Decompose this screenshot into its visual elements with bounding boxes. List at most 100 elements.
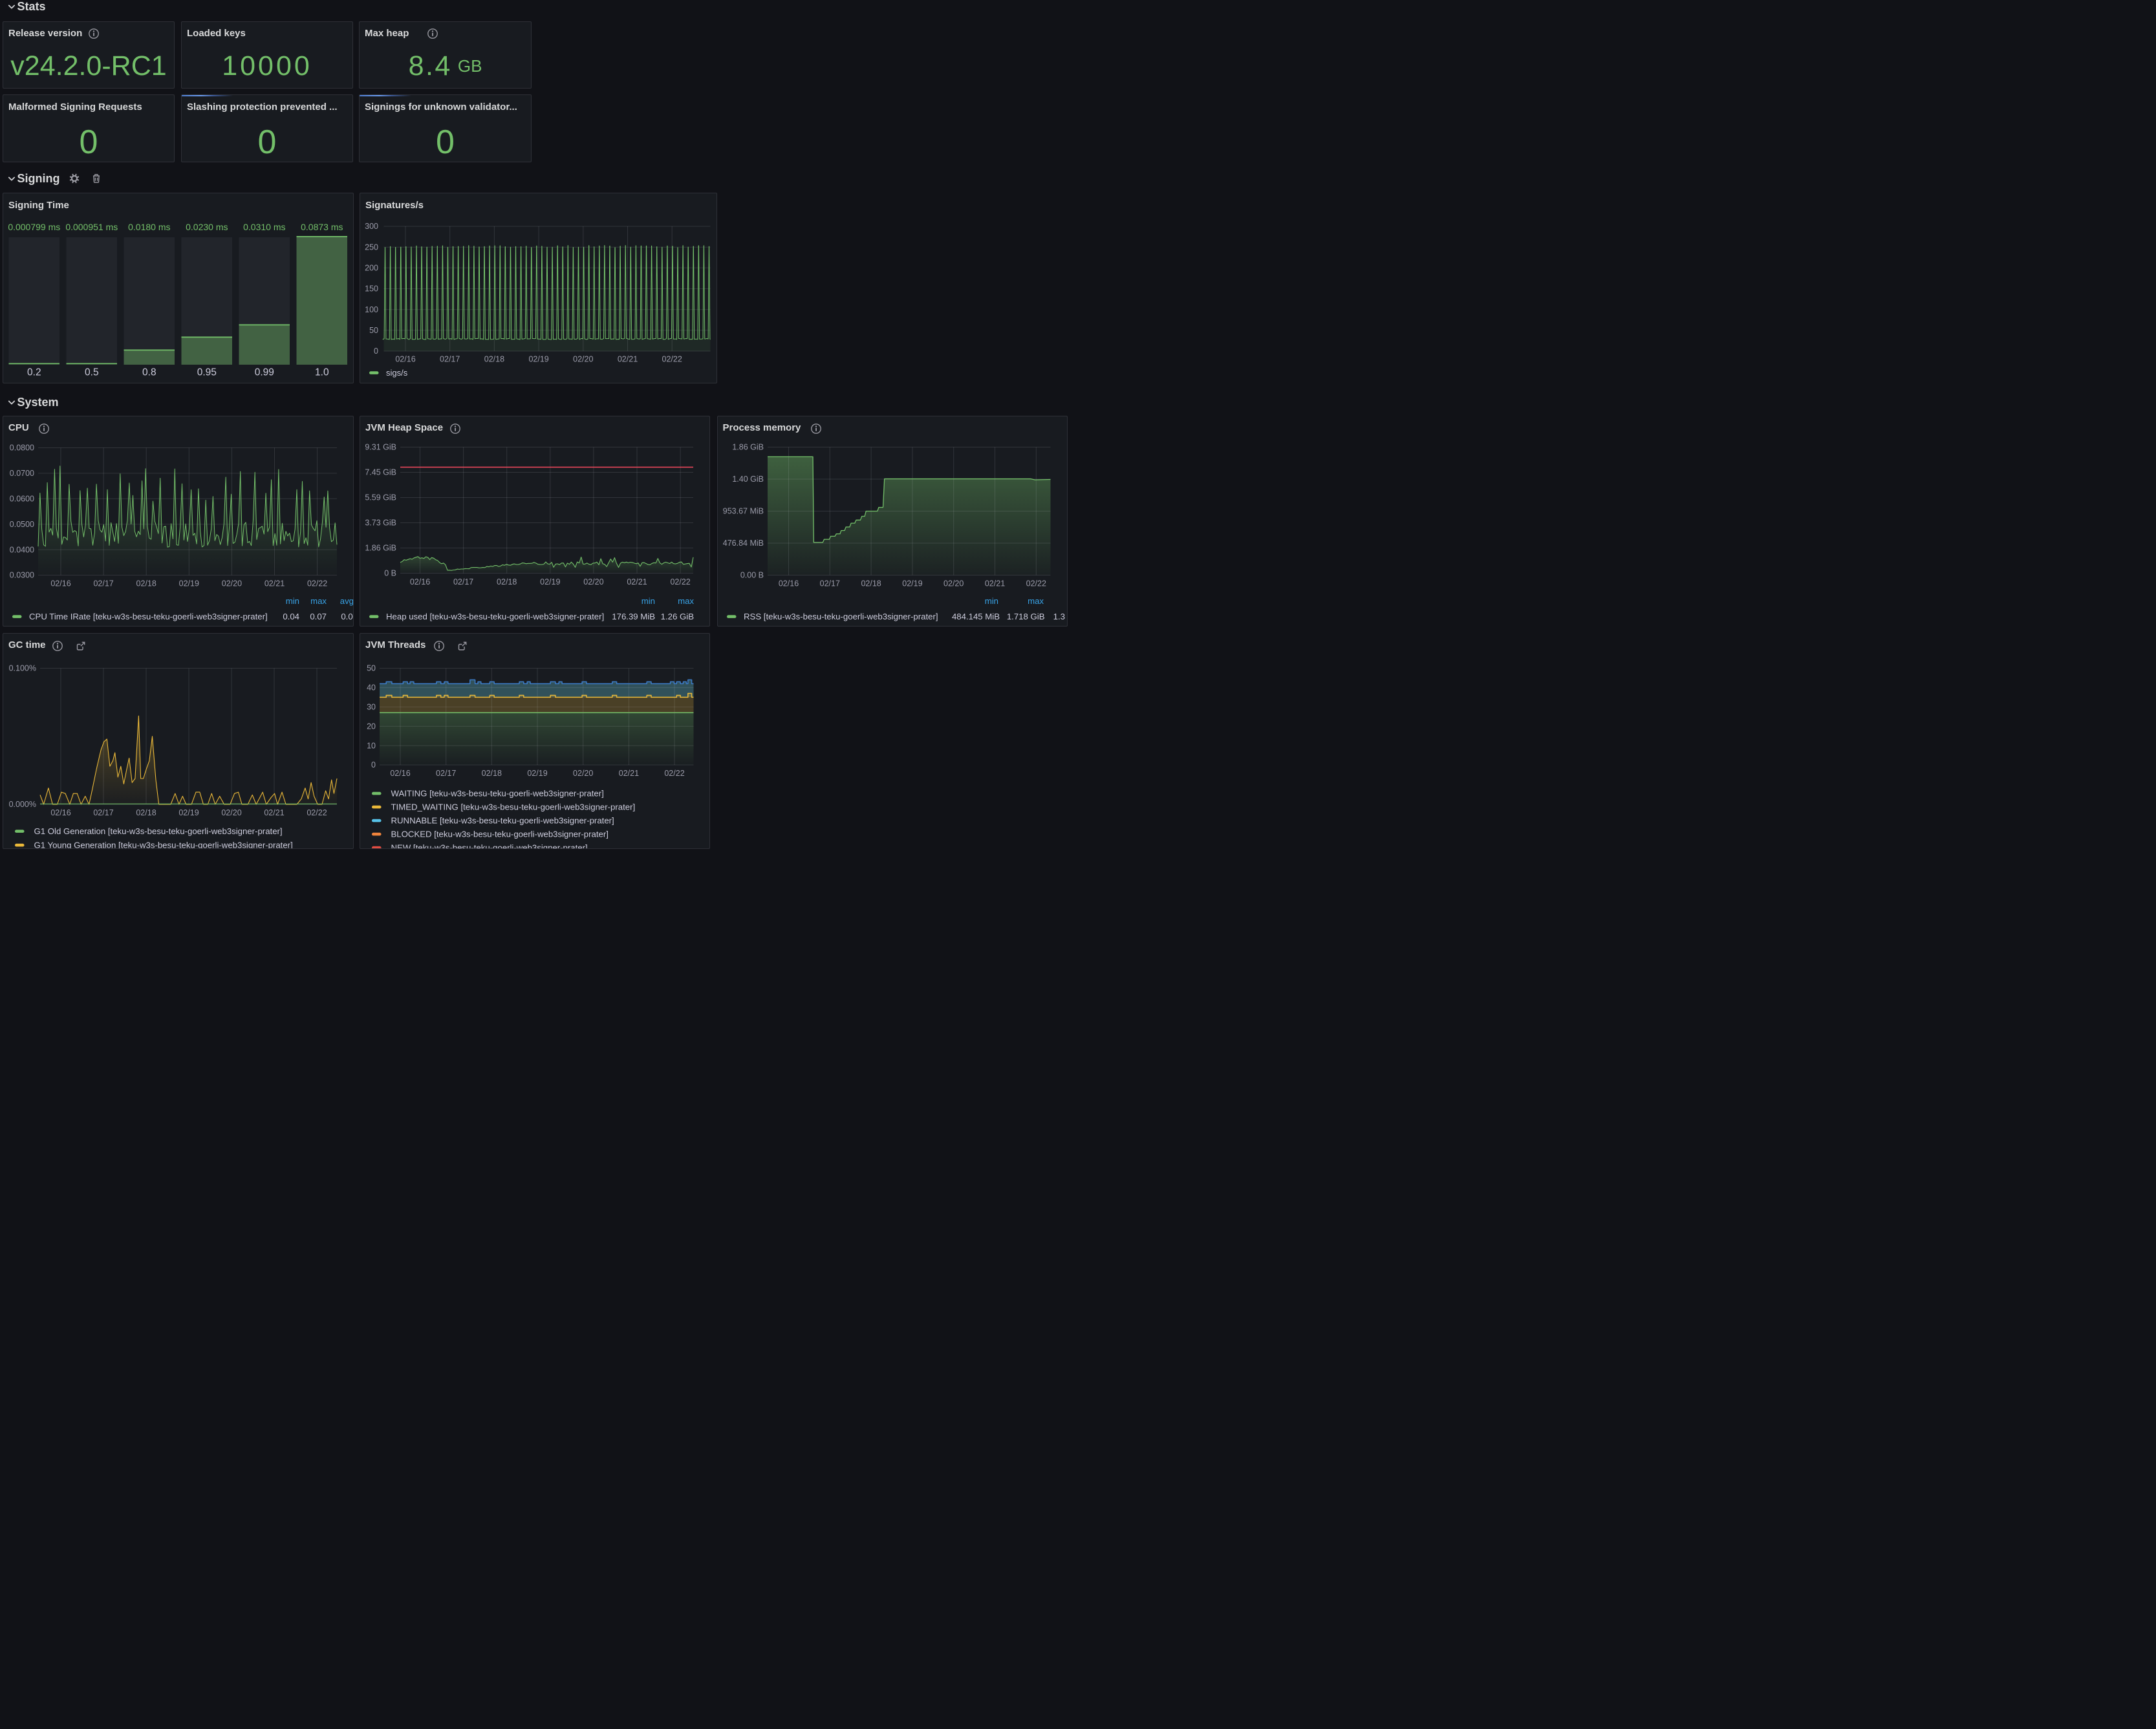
svg-text:9.31 GiB: 9.31 GiB xyxy=(365,442,396,451)
svg-text:02/19: 02/19 xyxy=(527,769,547,778)
svg-text:0.100%: 0.100% xyxy=(9,663,36,672)
svg-text:Heap used [teku-w3s-besu-teku-: Heap used [teku-w3s-besu-teku-goerli-web… xyxy=(386,611,604,621)
svg-text:300: 300 xyxy=(365,222,378,231)
svg-text:02/16: 02/16 xyxy=(410,577,430,586)
svg-text:50: 50 xyxy=(369,326,378,335)
svg-text:0.0400: 0.0400 xyxy=(10,545,34,554)
svg-text:476.84 MiB: 476.84 MiB xyxy=(722,539,763,548)
svg-text:02/16: 02/16 xyxy=(390,769,410,778)
svg-text:02/18: 02/18 xyxy=(497,577,517,586)
svg-text:953.67 MiB: 953.67 MiB xyxy=(722,506,763,515)
svg-text:0.0873 ms: 0.0873 ms xyxy=(301,222,343,232)
svg-text:0.00 B: 0.00 B xyxy=(740,570,763,579)
svg-text:0.95: 0.95 xyxy=(197,367,217,378)
svg-text:NEW [teku-w3s-besu-teku-goerli: NEW [teku-w3s-besu-teku-goerli-web3signe… xyxy=(391,843,588,849)
svg-text:02/18: 02/18 xyxy=(484,355,504,364)
svg-text:min: min xyxy=(984,596,998,605)
svg-text:02/22: 02/22 xyxy=(664,769,684,778)
svg-text:0.07: 0.07 xyxy=(310,611,327,621)
svg-text:02/19: 02/19 xyxy=(902,579,922,588)
svg-text:02/22: 02/22 xyxy=(662,355,682,364)
svg-text:02/22: 02/22 xyxy=(307,808,327,817)
svg-text:7.45 GiB: 7.45 GiB xyxy=(365,467,396,477)
svg-text:0.0230 ms: 0.0230 ms xyxy=(186,222,228,232)
svg-text:02/20: 02/20 xyxy=(573,355,593,364)
svg-text:02/21: 02/21 xyxy=(627,577,647,586)
svg-text:02/17: 02/17 xyxy=(453,577,473,586)
svg-text:0.99: 0.99 xyxy=(255,367,274,378)
svg-text:0.0700: 0.0700 xyxy=(10,469,34,478)
svg-text:02/17: 02/17 xyxy=(93,808,113,817)
svg-text:1.40 GiB: 1.40 GiB xyxy=(732,475,764,484)
svg-text:0.5: 0.5 xyxy=(85,367,99,378)
svg-text:250: 250 xyxy=(365,242,378,252)
svg-text:02/16: 02/16 xyxy=(50,579,70,588)
svg-text:200: 200 xyxy=(365,264,378,273)
svg-text:02/16: 02/16 xyxy=(50,808,70,817)
svg-text:0.04: 0.04 xyxy=(283,611,299,621)
svg-text:G1 Young Generation [teku-w3s-: G1 Young Generation [teku-w3s-besu-teku-… xyxy=(34,840,293,849)
svg-text:0: 0 xyxy=(371,760,376,769)
svg-text:02/19: 02/19 xyxy=(179,579,199,588)
svg-text:BLOCKED [teku-w3s-besu-teku-go: BLOCKED [teku-w3s-besu-teku-goerli-web3s… xyxy=(391,829,609,839)
svg-text:30: 30 xyxy=(367,702,376,711)
svg-text:10: 10 xyxy=(367,741,376,750)
svg-text:02/17: 02/17 xyxy=(440,355,460,364)
svg-text:sigs/s: sigs/s xyxy=(386,368,408,378)
svg-text:02/20: 02/20 xyxy=(943,579,964,588)
svg-text:176.39 MiB: 176.39 MiB xyxy=(612,611,655,621)
svg-text:0.8: 0.8 xyxy=(142,367,156,378)
svg-text:02/21: 02/21 xyxy=(984,579,1004,588)
svg-text:0: 0 xyxy=(374,347,378,356)
svg-text:0.0310 ms: 0.0310 ms xyxy=(243,222,285,232)
svg-text:02/20: 02/20 xyxy=(221,808,241,817)
svg-text:02/16: 02/16 xyxy=(395,355,415,364)
svg-text:02/19: 02/19 xyxy=(540,577,560,586)
svg-text:02/18: 02/18 xyxy=(482,769,502,778)
svg-text:3.73 GiB: 3.73 GiB xyxy=(365,518,396,527)
svg-text:02/17: 02/17 xyxy=(436,769,456,778)
svg-text:02/20: 02/20 xyxy=(583,577,603,586)
svg-text:1.0: 1.0 xyxy=(315,367,329,378)
svg-text:0.0800: 0.0800 xyxy=(10,443,34,452)
svg-text:02/21: 02/21 xyxy=(618,355,638,364)
svg-text:max: max xyxy=(1028,596,1044,605)
svg-text:1.86 GiB: 1.86 GiB xyxy=(732,442,764,451)
svg-text:02/18: 02/18 xyxy=(136,808,156,817)
svg-text:0.000%: 0.000% xyxy=(9,800,36,809)
svg-text:0.000799 ms: 0.000799 ms xyxy=(8,222,60,232)
svg-text:40: 40 xyxy=(367,683,376,692)
svg-text:RUNNABLE [teku-w3s-besu-teku-g: RUNNABLE [teku-w3s-besu-teku-goerli-web3… xyxy=(391,815,614,825)
svg-text:0.0180 ms: 0.0180 ms xyxy=(128,222,170,232)
svg-text:G1 Old Generation [teku-w3s-be: G1 Old Generation [teku-w3s-besu-teku-go… xyxy=(34,826,283,835)
svg-text:02/16: 02/16 xyxy=(778,579,798,588)
svg-text:02/17: 02/17 xyxy=(93,579,113,588)
svg-text:02/20: 02/20 xyxy=(573,769,593,778)
svg-text:RSS [teku-w3s-besu-teku-goerli: RSS [teku-w3s-besu-teku-goerli-web3signe… xyxy=(744,611,938,621)
svg-text:0.0300: 0.0300 xyxy=(10,570,34,579)
svg-text:20: 20 xyxy=(367,722,376,731)
svg-text:0.2: 0.2 xyxy=(27,367,41,378)
svg-text:02/22: 02/22 xyxy=(670,577,690,586)
svg-text:5.59 GiB: 5.59 GiB xyxy=(365,493,396,502)
svg-text:TIMED_WAITING [teku-w3s-besu-t: TIMED_WAITING [teku-w3s-besu-teku-goerli… xyxy=(391,802,636,811)
svg-text:02/19: 02/19 xyxy=(528,355,548,364)
svg-text:02/20: 02/20 xyxy=(222,579,242,588)
svg-text:max: max xyxy=(678,596,694,605)
svg-text:02/18: 02/18 xyxy=(136,579,156,588)
svg-text:02/18: 02/18 xyxy=(861,579,881,588)
svg-text:min: min xyxy=(641,596,655,605)
svg-text:02/21: 02/21 xyxy=(264,808,284,817)
svg-text:0 B: 0 B xyxy=(384,568,396,577)
svg-text:150: 150 xyxy=(365,285,378,294)
svg-text:WAITING [teku-w3s-besu-teku-go: WAITING [teku-w3s-besu-teku-goerli-web3s… xyxy=(391,788,604,798)
svg-text:02/17: 02/17 xyxy=(819,579,839,588)
svg-text:02/21: 02/21 xyxy=(264,579,285,588)
svg-text:02/22: 02/22 xyxy=(1026,579,1046,588)
svg-text:0.0500: 0.0500 xyxy=(10,519,34,528)
svg-text:100: 100 xyxy=(365,305,378,314)
svg-text:1.26 GiB: 1.26 GiB xyxy=(661,611,695,621)
svg-text:0.05: 0.05 xyxy=(341,611,353,621)
svg-text:min: min xyxy=(286,596,299,605)
svg-text:0.000951 ms: 0.000951 ms xyxy=(65,222,118,232)
